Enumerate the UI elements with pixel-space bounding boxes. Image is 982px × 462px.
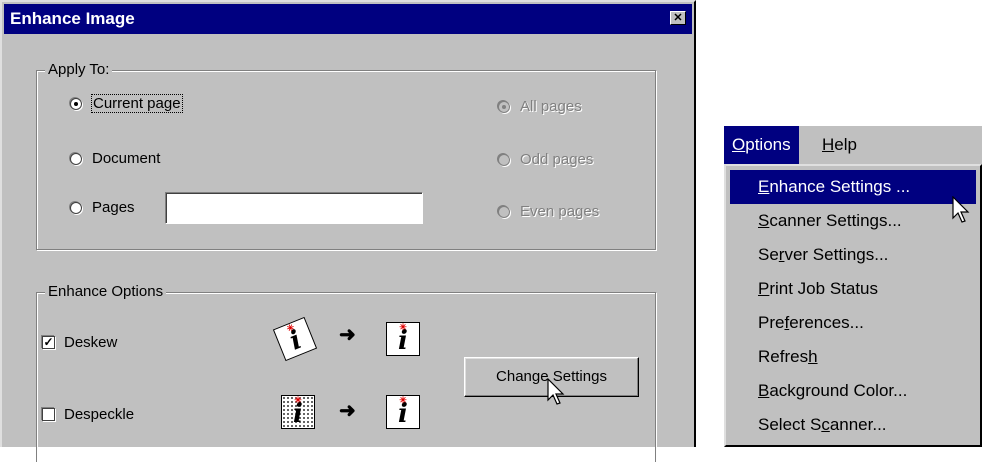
deskew-label: Deskew xyxy=(64,334,118,351)
radio-label: Odd pages xyxy=(520,151,594,168)
dialog-title: Enhance Image xyxy=(10,9,135,28)
straight-page-icon: ✳ i xyxy=(386,322,420,356)
menu-text: ackground Color... xyxy=(769,381,908,400)
close-icon[interactable]: ✕ xyxy=(670,11,686,25)
radio-odd-pages: Odd pages xyxy=(498,151,593,168)
menu-text: canner Settings... xyxy=(769,211,902,230)
apply-to-legend: Apply To: xyxy=(45,61,113,78)
menu-text: anner... xyxy=(829,415,887,434)
menu-mnemonic: P xyxy=(758,279,770,298)
radio-button[interactable] xyxy=(70,152,82,165)
dialog-title-bar[interactable]: Enhance Image ✕ xyxy=(4,4,692,34)
radio-even-pages: Even pages xyxy=(498,203,599,220)
pages-input[interactable] xyxy=(165,192,423,224)
arrow-right-icon: ➜ xyxy=(339,400,356,422)
enhance-options-legend: Enhance Options xyxy=(45,283,167,300)
deskew-checkbox[interactable]: ✓ xyxy=(42,336,55,349)
radio-label: All pages xyxy=(520,98,582,115)
enhance-image-dialog: Enhance Image ✕ Apply To: Current page D… xyxy=(0,0,696,462)
radio-button xyxy=(498,153,510,166)
menu-text: Pre xyxy=(758,313,785,332)
menu-mnemonic: H xyxy=(822,135,835,154)
menu-mnemonic: E xyxy=(758,177,770,196)
despeckle-checkbox-row[interactable]: Despeckle xyxy=(42,406,134,423)
despeckle-checkbox[interactable] xyxy=(42,408,55,421)
menu-text: Se xyxy=(758,245,779,264)
menu-item-refresh[interactable]: Refresh xyxy=(730,340,976,374)
menu-item-scanner-settings[interactable]: Scanner Settings... xyxy=(730,204,976,238)
menu-text: Refres xyxy=(758,347,809,366)
radio-button xyxy=(498,100,510,113)
radio-button xyxy=(498,205,510,218)
menu-options[interactable]: Options xyxy=(724,126,799,164)
menu-item-print-job-status[interactable]: Print Job Status xyxy=(730,272,976,306)
menu-label: ptions xyxy=(745,135,791,154)
radio-label: Even pages xyxy=(520,203,600,220)
menu-label: elp xyxy=(834,135,857,154)
deskew-checkbox-row[interactable]: ✓ Deskew xyxy=(42,334,117,351)
menu-text: erences... xyxy=(789,313,864,332)
mouse-pointer-icon xyxy=(547,378,565,405)
menu-text: nhance Settings ... xyxy=(769,177,911,196)
arrow-right-icon: ➜ xyxy=(339,324,356,346)
menu-item-background-color[interactable]: Background Color... xyxy=(730,374,976,408)
menu-text: Select S xyxy=(758,415,822,434)
radio-current-page[interactable]: Current page xyxy=(70,94,183,113)
menu-item-enhance-settings[interactable]: Enhance Settings ... xyxy=(730,170,976,204)
menu-mnemonic: B xyxy=(758,381,770,400)
radio-button[interactable] xyxy=(70,97,82,110)
radio-label: Pages xyxy=(92,199,135,216)
menu-mnemonic: h xyxy=(808,347,818,366)
menu-mnemonic: O xyxy=(732,135,746,154)
menu-item-preferences[interactable]: Preferences... xyxy=(730,306,976,340)
radio-document[interactable]: Document xyxy=(70,150,160,167)
menu-text: ver Settings... xyxy=(784,245,889,264)
spark-icon: ✳ xyxy=(294,396,302,406)
speckled-page-icon: ✳ i xyxy=(281,395,315,429)
clean-page-icon: ✳ i xyxy=(386,395,420,429)
radio-button[interactable] xyxy=(70,201,82,214)
despeckle-label: Despeckle xyxy=(64,406,135,423)
radio-pages[interactable]: Pages xyxy=(70,199,135,216)
spark-icon: ✳ xyxy=(399,323,407,333)
menu-mnemonic: S xyxy=(758,211,770,230)
radio-all-pages: All pages xyxy=(498,98,582,115)
options-dropdown-menu: Enhance Settings ... Scanner Settings...… xyxy=(724,164,982,447)
spark-icon: ✳ xyxy=(399,396,407,406)
menu-item-select-scanner[interactable]: Select Scanner... xyxy=(730,408,976,442)
menu-bar: Options Help xyxy=(724,126,982,164)
radio-label: Current page xyxy=(91,94,183,113)
menu-help[interactable]: Help xyxy=(814,126,865,164)
mouse-pointer-icon xyxy=(952,196,970,223)
menu-text: rint Job Status xyxy=(769,279,879,298)
radio-label: Document xyxy=(92,150,161,167)
menu-item-server-settings[interactable]: Server Settings... xyxy=(730,238,976,272)
menu-mnemonic: c xyxy=(821,415,830,434)
